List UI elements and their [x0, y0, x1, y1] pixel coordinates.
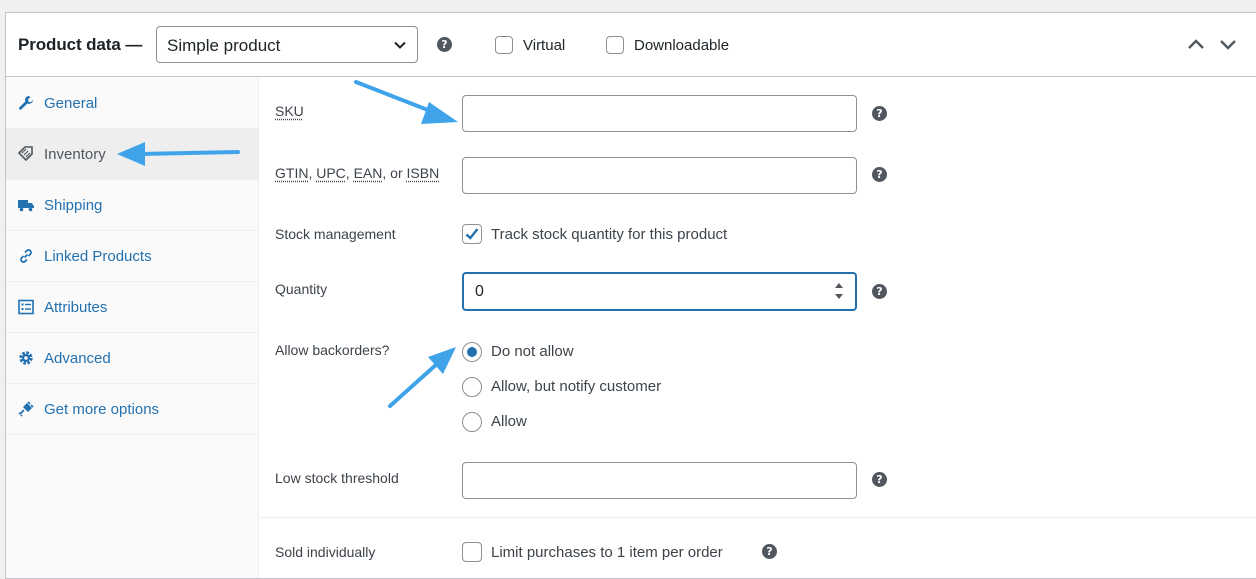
- tab-label: General: [44, 95, 98, 112]
- tab-label: Shipping: [44, 197, 103, 214]
- sold-individually-checkbox-label: Limit purchases to 1 item per order: [491, 544, 723, 561]
- sold-individually-checkbox[interactable]: [462, 542, 482, 562]
- gear-icon: [19, 351, 33, 365]
- tab-advanced[interactable]: Advanced: [6, 333, 259, 384]
- panel-title: Product data —: [18, 35, 143, 54]
- isbn-abbr: ISBN: [406, 165, 440, 181]
- chevron-up-icon[interactable]: [1187, 37, 1205, 51]
- backorder-radio-notify[interactable]: [462, 377, 482, 397]
- downloadable-checkbox[interactable]: [606, 36, 624, 54]
- stock-management-label: Stock management: [275, 226, 396, 242]
- ean-abbr: EAN: [353, 165, 383, 181]
- plug-icon: [18, 401, 34, 417]
- tab-attributes[interactable]: Attributes: [6, 282, 259, 333]
- tag-icon: [18, 146, 33, 162]
- tab-label: Inventory: [44, 146, 106, 163]
- backorder-radio-do-not-allow[interactable]: [462, 342, 482, 362]
- wrench-icon: [19, 96, 33, 110]
- gtin-input[interactable]: [462, 157, 857, 194]
- product-type-select[interactable]: Simple product: [156, 26, 418, 63]
- product-type-value: Simple product: [167, 36, 281, 55]
- gtin-sep: ,: [345, 165, 354, 181]
- product-data-tabs: General Inventory Shipping Linked Produc…: [6, 78, 259, 578]
- help-icon[interactable]: ?: [872, 472, 887, 487]
- help-icon[interactable]: ?: [872, 284, 887, 299]
- sold-individually-label: Sold individually: [275, 544, 376, 560]
- downloadable-label: Downloadable: [634, 37, 730, 54]
- help-icon[interactable]: ?: [872, 106, 887, 121]
- quantity-stepper[interactable]: [833, 279, 845, 303]
- backorder-option-label: Do not allow: [491, 343, 574, 360]
- virtual-checkbox[interactable]: [495, 36, 513, 54]
- inventory-panel: SKU ? GTIN, UPC, EAN, or ISBN ? Stock ma…: [260, 78, 1256, 578]
- tab-label: Get more options: [44, 401, 160, 418]
- product-data-header: Product data — Simple product ? Virtual …: [6, 13, 1256, 77]
- tab-linked-products[interactable]: Linked Products: [6, 231, 259, 282]
- chevron-down-icon: [394, 41, 406, 49]
- tab-general[interactable]: General: [6, 78, 259, 129]
- backorder-radio-allow[interactable]: [462, 412, 482, 432]
- product-data-panel: Product data — Simple product ? Virtual …: [5, 12, 1256, 579]
- section-divider: [260, 517, 1256, 518]
- gtin-label: GTIN, UPC, EAN, or ISBN: [275, 165, 439, 181]
- low-stock-label: Low stock threshold: [275, 470, 399, 486]
- track-stock-checkbox[interactable]: [462, 224, 482, 244]
- help-icon[interactable]: ?: [762, 544, 777, 559]
- quantity-input[interactable]: 0: [462, 272, 857, 311]
- tab-label: Linked Products: [44, 248, 152, 265]
- help-icon[interactable]: ?: [872, 167, 887, 182]
- chevron-down-icon[interactable]: [1219, 37, 1237, 51]
- virtual-label: Virtual: [523, 37, 566, 54]
- truck-icon: [18, 200, 34, 212]
- quantity-value: 0: [475, 283, 484, 300]
- help-icon[interactable]: ?: [437, 37, 452, 52]
- gtin-sep: , or: [382, 165, 407, 181]
- track-stock-label: Track stock quantity for this product: [491, 226, 728, 243]
- tab-get-more-options[interactable]: Get more options: [6, 384, 259, 435]
- gtin-abbr: GTIN: [275, 165, 309, 181]
- backorder-option-label: Allow: [491, 413, 527, 430]
- list-icon: [18, 299, 34, 315]
- low-stock-input[interactable]: [462, 462, 857, 499]
- backorders-label: Allow backorders?: [275, 342, 390, 358]
- tab-label: Attributes: [44, 299, 108, 316]
- sku-label: SKU: [275, 103, 304, 119]
- upc-abbr: UPC: [316, 165, 346, 181]
- link-icon: [20, 249, 32, 263]
- tab-label: Advanced: [44, 350, 111, 367]
- sku-input[interactable]: [462, 95, 857, 132]
- backorder-option-label: Allow, but notify customer: [491, 378, 662, 395]
- checkmark-icon: [465, 228, 479, 240]
- tab-shipping[interactable]: Shipping: [6, 180, 259, 231]
- quantity-label: Quantity: [275, 281, 328, 297]
- tab-inventory[interactable]: Inventory: [6, 129, 259, 180]
